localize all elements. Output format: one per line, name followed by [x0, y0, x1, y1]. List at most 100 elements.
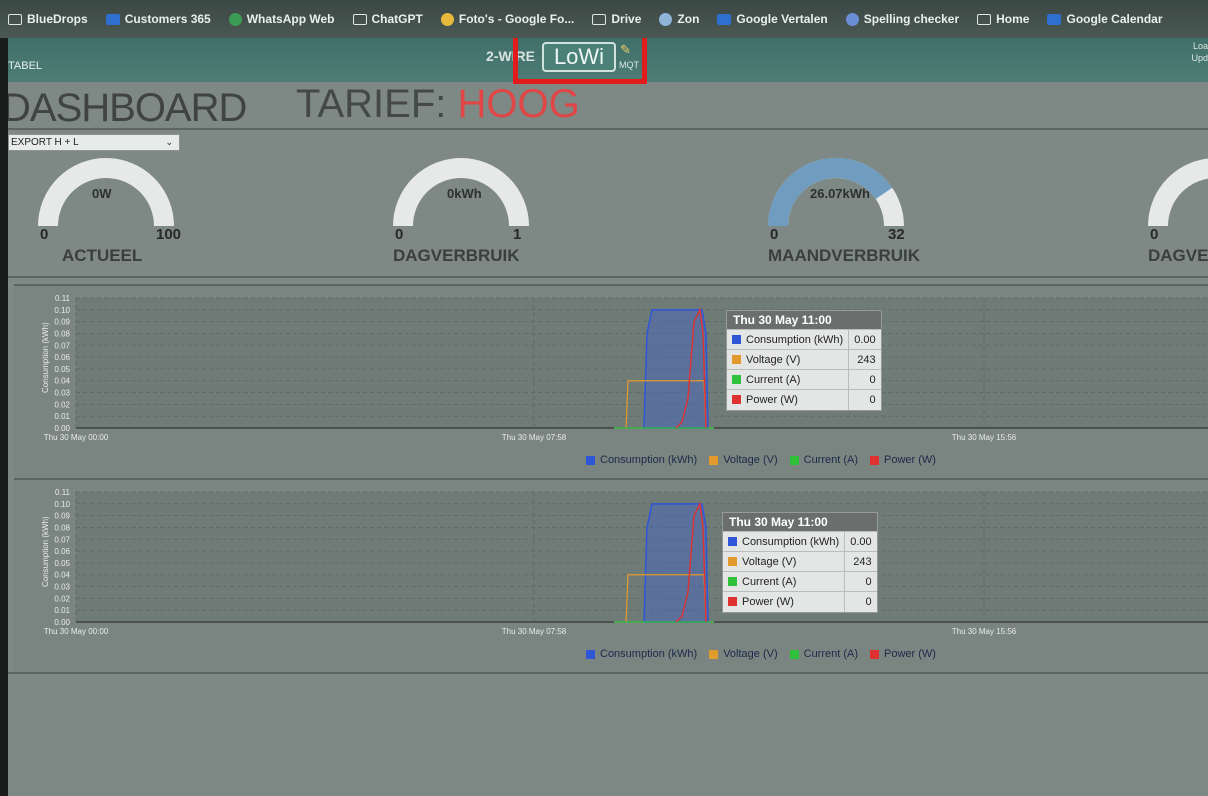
series-swatch — [732, 394, 741, 404]
legend-label: Current (A) — [803, 454, 859, 466]
bookmark-label: BlueDrops — [27, 12, 88, 26]
y-tick-label: 0.02 — [54, 594, 70, 603]
chart-panel-top: 0.11 0.10 0.09 0.08 0.07 0.06 0.05 0.04 0.03 0.02… — [14, 284, 1208, 478]
y-tick-label: 0.06 — [54, 353, 70, 362]
legend-label: Power (W) — [884, 648, 936, 660]
legend-swatch — [709, 455, 719, 465]
legend-item[interactable]: Power (W) — [870, 454, 936, 466]
bookmark-home[interactable]: Home — [977, 12, 1029, 26]
tooltip-series: Power (W) — [727, 389, 849, 410]
y-tick-label: 0.05 — [54, 559, 70, 568]
tooltip-row: Power (W) 0 — [727, 389, 881, 410]
tooltip-series-name: Power (W) — [742, 595, 794, 608]
legend-item[interactable]: Consumption (kWh) — [586, 454, 697, 466]
bookmark-label: Google Calendar — [1066, 12, 1163, 26]
legend-item[interactable]: Power (W) — [870, 648, 936, 660]
translate-icon — [717, 13, 732, 25]
legend-swatch — [870, 649, 880, 659]
bookmark-label: WhatsApp Web — [246, 12, 335, 26]
tooltip-value: 0.00 — [844, 531, 877, 552]
legend-swatch — [709, 649, 719, 659]
bookmark-zon[interactable]: Zon — [659, 12, 699, 26]
tooltip-series-name: Consumption (kWh) — [746, 333, 844, 346]
gauge-arc — [1148, 158, 1208, 227]
update-status: Loa Upd — [1191, 41, 1208, 63]
y-tick-label: 0.07 — [54, 341, 70, 350]
tooltip-series: Consumption (kWh) — [723, 531, 845, 552]
export-select[interactable]: EXPORT H + L ⌄ — [8, 134, 180, 151]
legend-label: Power (W) — [884, 454, 936, 466]
legend-item[interactable]: Current (A) — [789, 648, 858, 660]
legend-item[interactable]: Voltage (V) — [709, 454, 778, 466]
series-swatch — [728, 596, 737, 606]
tooltip-value: 0 — [848, 389, 881, 410]
page-title: DASHBOARD — [8, 86, 247, 130]
y-tick-label: 0.07 — [54, 535, 70, 544]
x-tick-label: Thu 30 May 00:00 — [44, 627, 109, 636]
tooltip-row: Current (A) 0 — [727, 369, 881, 390]
bookmark-customers-365[interactable]: Customers 365 — [105, 12, 211, 26]
bookmark-chatgpt[interactable]: ChatGPT — [352, 12, 423, 26]
folder-icon — [8, 13, 22, 25]
tabel-link[interactable]: TABEL — [8, 60, 42, 72]
bookmark-google-vertalen[interactable]: Google Vertalen — [717, 12, 828, 26]
bookmark-label: Customers 365 — [124, 12, 211, 26]
y-tick-label: 0.11 — [55, 294, 71, 303]
legend-label: Consumption (kWh) — [600, 454, 698, 466]
tooltip-series: Power (W) — [723, 591, 845, 612]
tariff-label: TARIEF: — [296, 82, 447, 126]
bookmark-label: Foto's - Google Fo... — [458, 12, 575, 26]
y-tick-label: 0.09 — [54, 512, 70, 521]
gauge-value: 26.07kWh — [810, 186, 870, 201]
y-tick-label: 0.03 — [54, 583, 70, 592]
legend-item[interactable]: Voltage (V) — [709, 648, 778, 660]
plot-area — [76, 298, 1208, 428]
series-swatch — [732, 354, 741, 364]
tooltip-series-name: Power (W) — [746, 393, 798, 406]
y-tick-label: 0.00 — [54, 424, 70, 433]
tooltip-table: Consumption (kWh) 0.00 Voltage (V) 243 Curre… — [727, 329, 881, 410]
gauge-max: 32 — [888, 226, 905, 243]
bookmark-label: Google Vertalen — [736, 12, 828, 26]
tooltip-value: 243 — [844, 551, 877, 572]
gauge-label: DAGVERBRUIK — [393, 246, 520, 265]
series-consumption — [643, 503, 709, 623]
series-consumption — [643, 309, 709, 429]
chart-tooltip: Thu 30 May 11:00 Consumption (kWh) 0.00 Vol… — [722, 512, 878, 613]
chart-legend: Consumption (kWh) Voltage (V) Current (A) P… — [586, 454, 936, 466]
y-tick-label: 0.02 — [54, 400, 70, 409]
bookmark-spelling-checker[interactable]: Spelling checker — [845, 12, 959, 26]
gauge-actueel: 0W 0 100 ACTUEEL — [38, 150, 188, 270]
chatgpt-icon — [352, 13, 367, 25]
legend-label: Voltage (V) — [723, 648, 778, 660]
gauge-value: 0W — [92, 186, 112, 201]
tooltip-title: Thu 30 May 11:00 — [727, 311, 881, 329]
tooltip-row: Power (W) 0 — [723, 591, 877, 612]
photos-icon — [440, 12, 454, 26]
tooltip-title: Thu 30 May 11:00 — [723, 513, 877, 531]
legend-swatch — [586, 455, 595, 465]
bookmark-drive[interactable]: Drive — [592, 12, 641, 26]
y-tick-label: 0.01 — [54, 412, 70, 421]
tooltip-value: 243 — [848, 349, 881, 370]
chart-svg: 0.11 0.10 0.09 0.08 0.07 0.06 0.05 0.04 0.03 0.02… — [41, 488, 1208, 636]
chart-panel-bottom: 0.11 0.10 0.09 0.08 0.07 0.06 0.05 0.04 0.03 0.02… — [14, 478, 1208, 672]
x-tick-label: Thu 30 May 07:58 — [502, 433, 567, 442]
legend-swatch — [586, 649, 595, 659]
gauge-max: 1 — [513, 226, 522, 243]
spelling-icon — [845, 12, 859, 26]
legend-item[interactable]: Consumption (kWh) — [586, 648, 697, 660]
tooltip-row: Voltage (V) 243 — [727, 349, 881, 370]
y-tick-label: 0.04 — [54, 571, 70, 580]
home-icon — [977, 13, 992, 25]
gauge-label: ACTUEEL — [62, 246, 143, 265]
gauge-min: 0 — [770, 226, 779, 243]
bookmark-google-photos[interactable]: Foto's - Google Fo... — [440, 12, 575, 26]
bookmark-label: Drive — [611, 12, 642, 26]
legend-item[interactable]: Current (A) — [789, 454, 859, 466]
bookmark-google-calendar[interactable]: Google Calendar — [1047, 12, 1163, 26]
bookmark-bluedrops[interactable]: BlueDrops — [8, 12, 88, 26]
gauge-track — [1148, 158, 1208, 227]
tooltip-series-name: Voltage (V) — [746, 353, 801, 366]
bookmark-whatsapp[interactable]: WhatsApp Web — [228, 12, 335, 26]
